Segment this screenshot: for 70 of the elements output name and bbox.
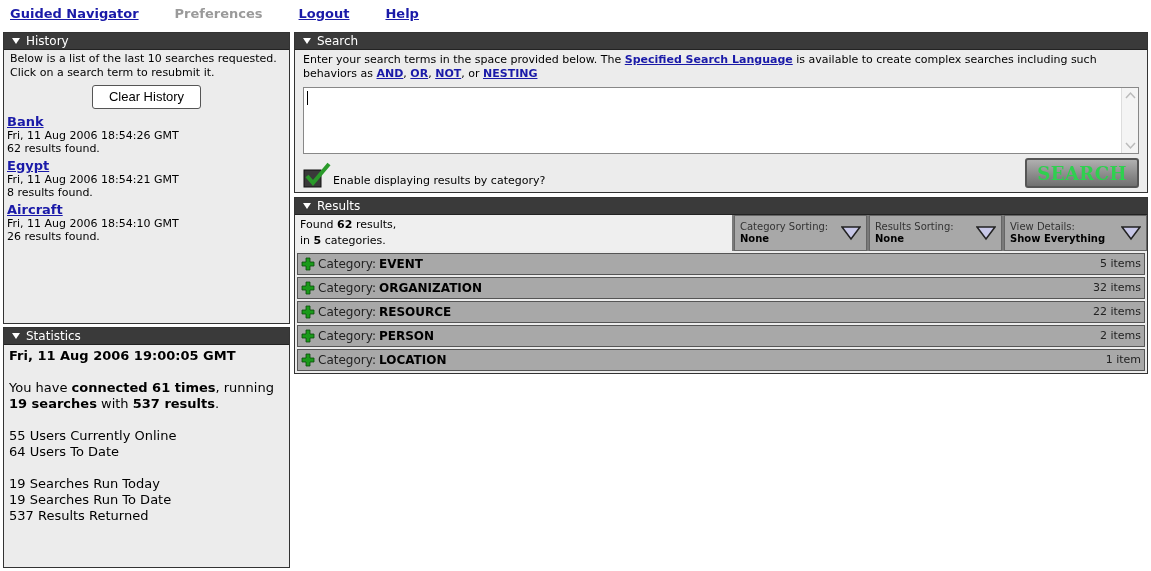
category-label: Category:: [318, 304, 376, 321]
item-count: 32 items: [1092, 279, 1141, 296]
search-textarea[interactable]: [303, 87, 1139, 154]
item-count: 22 items: [1092, 303, 1141, 320]
category-name: RESOURCE: [379, 304, 452, 321]
category-row[interactable]: Category: ORGANIZATION 32 items: [297, 277, 1145, 299]
results-count: 62 results found.: [7, 142, 100, 155]
caret-icon: [841, 225, 861, 241]
statistics-summary: You have connected 61 times, running 19 searches with 537 results.: [9, 380, 275, 412]
checkbox-label: Enable displaying results by category?: [333, 174, 546, 188]
category-name: PERSON: [379, 328, 435, 345]
caret-icon: [976, 225, 996, 241]
clear-history-button[interactable]: Clear History: [91, 85, 202, 109]
history-link[interactable]: Aircraft: [7, 202, 63, 217]
collapse-triangle-icon[interactable]: [12, 38, 20, 44]
statistics-date: Fri, 11 Aug 2006 19:00:05 GMT: [9, 348, 237, 364]
results-count: 26 results found.: [7, 230, 100, 243]
search-intro: Enter your search terms in the space provided below. The Specified Search Language is available to create complex searches including such behaviors as AND, OR, NOT, or NESTING: [302, 52, 1098, 81]
language-link[interactable]: Specified Search Language: [624, 53, 793, 66]
category-row[interactable]: Category: LOCATION 1 item: [297, 349, 1145, 371]
checkbox[interactable]: [303, 162, 331, 188]
collapse-triangle-icon[interactable]: [303, 203, 311, 209]
panel-title: History: [26, 33, 69, 50]
nav-link[interactable]: Guided Navigator: [10, 3, 139, 24]
category-name: LOCATION: [379, 352, 447, 369]
history-intro: Below is a list of the last 10 searches requested. Click on a search term to resubmit it.: [9, 52, 278, 80]
plus-icon[interactable]: [301, 353, 315, 367]
panel-title: Results: [317, 198, 361, 215]
history-link[interactable]: Bank: [7, 114, 44, 129]
category-name: ORGANIZATION: [379, 280, 483, 297]
category-label: Category:: [318, 256, 376, 273]
statistic-line: 19 Searches Run To Date: [9, 492, 173, 508]
language-link[interactable]: NOT: [435, 67, 462, 80]
results-summary: Found 62 results,: [300, 217, 398, 233]
language-link[interactable]: NESTING: [483, 67, 538, 80]
sort-dropdown[interactable]: Results Sorting: None: [869, 215, 1002, 251]
plus-icon[interactable]: [301, 257, 315, 271]
item-count: 2 items: [1099, 327, 1141, 344]
statistic-line: 55 Users Currently Online: [9, 428, 178, 444]
category-name: EVENT: [379, 256, 423, 273]
statistic-line: 537 Results Returned: [9, 508, 150, 524]
category-label: Category:: [318, 352, 376, 369]
category-row[interactable]: Category: EVENT 5 items: [297, 253, 1145, 275]
collapse-triangle-icon[interactable]: [303, 38, 311, 44]
category-row[interactable]: Category: RESOURCE 22 items: [297, 301, 1145, 323]
results-count: 8 results found.: [7, 186, 93, 199]
nav-link[interactable]: Help: [385, 3, 419, 24]
collapse-triangle-icon[interactable]: [12, 333, 20, 339]
category-row[interactable]: Category: PERSON 2 items: [297, 325, 1145, 347]
category-label: Category:: [318, 280, 376, 297]
search-time: Fri, 11 Aug 2006 18:54:21 GMT: [7, 173, 179, 186]
plus-icon[interactable]: [301, 281, 315, 295]
statistic-line: 64 Users To Date: [9, 444, 121, 460]
search-time: Fri, 11 Aug 2006 18:54:26 GMT: [7, 129, 179, 142]
nav-link[interactable]: Logout: [298, 3, 350, 24]
caret-icon: [1121, 225, 1141, 241]
search-time: Fri, 11 Aug 2006 18:54:10 GMT: [7, 217, 179, 230]
results-summary: in 5 categories.: [300, 233, 387, 249]
plus-icon[interactable]: [301, 329, 315, 343]
category-label: Category:: [318, 328, 376, 345]
statistic-line: 19 Searches Run Today: [9, 476, 161, 492]
panel-title: Statistics: [26, 328, 81, 345]
scrollbar[interactable]: [1121, 88, 1138, 153]
history-link[interactable]: Egypt: [7, 158, 50, 173]
panel-title: Search: [317, 33, 359, 50]
item-count: 1 item: [1105, 351, 1141, 368]
sort-dropdown[interactable]: Category Sorting: None: [734, 215, 867, 251]
item-count: 5 items: [1099, 255, 1141, 272]
plus-icon[interactable]: [301, 305, 315, 319]
sort-dropdown[interactable]: View Details: Show Everything: [1004, 215, 1147, 251]
